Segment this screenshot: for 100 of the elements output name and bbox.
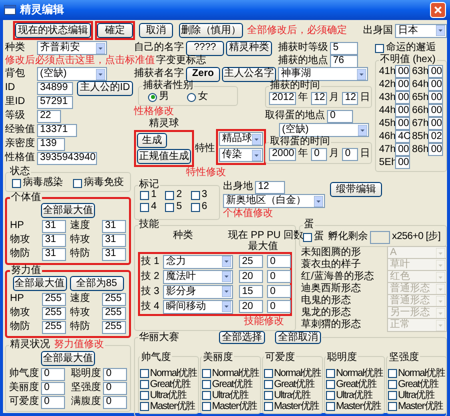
text-field[interactable]: 255 bbox=[102, 306, 126, 320]
checkbox[interactable] bbox=[140, 369, 149, 378]
checkbox[interactable] bbox=[375, 44, 384, 52]
text-field[interactable]: 00 bbox=[428, 117, 443, 130]
dropdown[interactable]: 念力 bbox=[163, 254, 233, 268]
text-field[interactable]: 3935943940 bbox=[37, 152, 97, 164]
checkbox[interactable] bbox=[202, 402, 211, 411]
dropdown[interactable]: 瞬间移动 bbox=[163, 300, 233, 314]
dropdown[interactable]: 魔法叶 bbox=[163, 270, 233, 284]
dropdown[interactable]: 传染 bbox=[219, 148, 263, 162]
text-field[interactable]: 02 bbox=[428, 130, 443, 143]
checkbox[interactable] bbox=[140, 190, 149, 200]
checkbox[interactable] bbox=[388, 402, 397, 411]
checkbox[interactable] bbox=[388, 380, 397, 389]
text-field[interactable]: 0 bbox=[41, 382, 65, 394]
text-field[interactable]: 25 bbox=[239, 255, 263, 268]
checkbox[interactable] bbox=[388, 369, 397, 378]
dialog-button[interactable]: 確定 bbox=[97, 23, 133, 38]
owner-id-button[interactable]: 主人公的ID bbox=[77, 80, 133, 96]
checkbox[interactable] bbox=[264, 391, 273, 400]
text-field[interactable]: 00 bbox=[395, 143, 410, 156]
text-field[interactable]: 2000 bbox=[269, 148, 296, 160]
text-field[interactable]: 31 bbox=[102, 234, 126, 246]
text-field[interactable]: 31 bbox=[42, 248, 66, 260]
text-field[interactable]: 00 bbox=[428, 78, 443, 91]
fill-button[interactable]: 全部为85 bbox=[70, 276, 124, 291]
checkbox[interactable] bbox=[140, 391, 149, 400]
text-field[interactable]: 00 bbox=[395, 91, 410, 104]
text-field[interactable]: 00 bbox=[428, 65, 443, 78]
checkbox[interactable] bbox=[165, 190, 174, 200]
close-button[interactable] bbox=[430, 2, 446, 18]
dropdown[interactable]: 齐普莉安 bbox=[37, 41, 107, 55]
text-field[interactable]: 31 bbox=[42, 234, 66, 246]
checkbox[interactable] bbox=[326, 380, 335, 389]
text-field[interactable]: 2012 bbox=[269, 92, 296, 104]
text-field[interactable]: 76 bbox=[330, 54, 358, 68]
text-field[interactable]: 34899 bbox=[37, 82, 73, 94]
dropdown[interactable]: (空缺) bbox=[279, 123, 369, 137]
checkbox[interactable] bbox=[202, 380, 211, 389]
checkbox[interactable] bbox=[264, 402, 273, 411]
checkbox[interactable] bbox=[388, 391, 397, 400]
checkbox[interactable] bbox=[326, 369, 335, 378]
checkbox[interactable] bbox=[190, 190, 200, 200]
text-field[interactable]: 00 bbox=[395, 65, 410, 78]
text-field[interactable]: 0 bbox=[342, 148, 358, 160]
text-field[interactable]: 31 bbox=[42, 220, 66, 232]
text-field[interactable]: 31 bbox=[102, 248, 126, 260]
text-field[interactable]: 0 bbox=[267, 285, 291, 298]
checkbox[interactable] bbox=[326, 391, 335, 400]
text-field[interactable]: 12 bbox=[255, 180, 285, 194]
fill-button[interactable]: 全部最大值 bbox=[41, 203, 95, 218]
fill-button[interactable]: 全部最大值 bbox=[12, 276, 66, 291]
dropdown[interactable]: (空缺) bbox=[37, 67, 107, 81]
select-all-button[interactable]: 全部取消 bbox=[275, 331, 321, 344]
trainer-name-button[interactable]: Zero bbox=[186, 66, 220, 82]
ribbon-edit-button[interactable]: 缎带编辑 bbox=[330, 182, 382, 197]
text-field[interactable]: 00 bbox=[395, 104, 410, 117]
species-button[interactable]: 精灵种类 bbox=[226, 40, 272, 56]
text-field[interactable]: 4C bbox=[395, 130, 410, 143]
generate-button[interactable]: 正规值生成 bbox=[137, 149, 191, 164]
checkbox[interactable] bbox=[165, 202, 174, 212]
text-field[interactable]: 31 bbox=[102, 220, 126, 232]
text-field[interactable]: 12 bbox=[311, 92, 327, 104]
text-field[interactable]: 0 bbox=[327, 110, 353, 122]
text-field[interactable]: 0 bbox=[267, 270, 291, 283]
dialog-button[interactable]: 取消 bbox=[139, 23, 173, 38]
dropdown[interactable]: 精品球 bbox=[219, 132, 263, 146]
text-field[interactable]: 255 bbox=[42, 320, 66, 334]
text-field[interactable]: 22 bbox=[37, 110, 61, 122]
text-field[interactable]: 00 bbox=[428, 91, 443, 104]
fill-button[interactable]: 全部最大值 bbox=[41, 351, 95, 366]
checkbox[interactable] bbox=[140, 380, 149, 389]
dropdown[interactable]: 神事湖 bbox=[278, 67, 368, 81]
text-field[interactable]: 255 bbox=[42, 306, 66, 320]
checkbox[interactable] bbox=[140, 402, 149, 411]
text-field[interactable]: 00 bbox=[428, 143, 443, 156]
checkbox[interactable] bbox=[326, 402, 335, 411]
checkbox[interactable] bbox=[140, 202, 149, 212]
text-field[interactable]: 0 bbox=[267, 300, 291, 313]
text-field[interactable]: 0 bbox=[103, 396, 127, 408]
text-field[interactable]: 139 bbox=[37, 138, 65, 150]
checkbox[interactable] bbox=[202, 369, 211, 378]
text-field[interactable]: 5 bbox=[330, 42, 358, 54]
dropdown[interactable]: 新奥地区（白金） bbox=[223, 194, 325, 208]
select-all-button[interactable]: 全部选择 bbox=[219, 331, 265, 344]
text-field[interactable]: 00 bbox=[395, 78, 410, 91]
checkbox[interactable] bbox=[264, 369, 273, 378]
text-field[interactable]: 15 bbox=[239, 285, 263, 298]
text-field[interactable]: 00 bbox=[395, 156, 410, 169]
dropdown[interactable]: 影分身 bbox=[163, 284, 233, 298]
text-field[interactable]: 0 bbox=[103, 368, 127, 380]
text-field[interactable]: 20 bbox=[239, 300, 263, 313]
text-field[interactable]: 20 bbox=[239, 270, 263, 283]
checkbox[interactable] bbox=[202, 391, 211, 400]
checkbox[interactable] bbox=[303, 232, 312, 242]
text-field[interactable]: 0 bbox=[103, 382, 127, 394]
generate-button[interactable]: 生成 bbox=[137, 133, 167, 148]
checkbox[interactable] bbox=[12, 178, 21, 188]
text-field[interactable]: 00 bbox=[395, 117, 410, 130]
nickname-button[interactable]: ???? bbox=[186, 40, 224, 56]
